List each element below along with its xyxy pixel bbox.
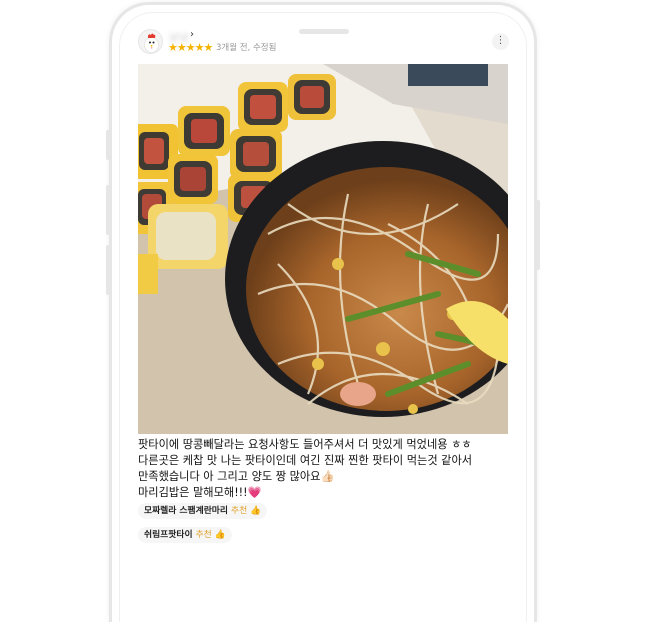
menu-chip[interactable]: 모짜렐라 스팸계란마리 추천 👍 <box>138 503 268 519</box>
menu-chip-recommend: 추천 <box>231 506 248 516</box>
kebab-icon[interactable]: ⋮ <box>492 33 509 50</box>
menu-chip-name: 모짜렐라 스팸계란마리 <box>144 506 228 516</box>
menu-chip[interactable]: 쉬림프팟타이 추천 👍 <box>138 527 232 543</box>
review-meta: 3개월 전, 수정됨 <box>216 43 277 53</box>
phone-side-button <box>106 185 110 235</box>
phone-speaker <box>299 29 349 34</box>
review-photo[interactable] <box>138 64 508 434</box>
thumbs-up-icon: 👍 <box>214 530 226 540</box>
phone-side-button <box>536 200 540 270</box>
review-text: 팟타이에 땅콩빼달라는 요청사항도 들어주셔서 더 맛있게 먹었네용 ㅎㅎ 다른… <box>138 438 473 499</box>
menu-chip-recommend: 추천 <box>195 530 212 540</box>
avatar[interactable] <box>138 29 163 54</box>
rating-stars: ★★★★★ <box>168 41 213 54</box>
thumbs-up-icon: 👍 <box>250 506 262 516</box>
food-photo <box>138 64 508 434</box>
chevron-right-icon[interactable]: › <box>190 29 194 40</box>
phone-side-button <box>106 245 110 295</box>
phone-side-button <box>106 130 110 160</box>
menu-chip-name: 쉬림프팟타이 <box>144 530 193 540</box>
